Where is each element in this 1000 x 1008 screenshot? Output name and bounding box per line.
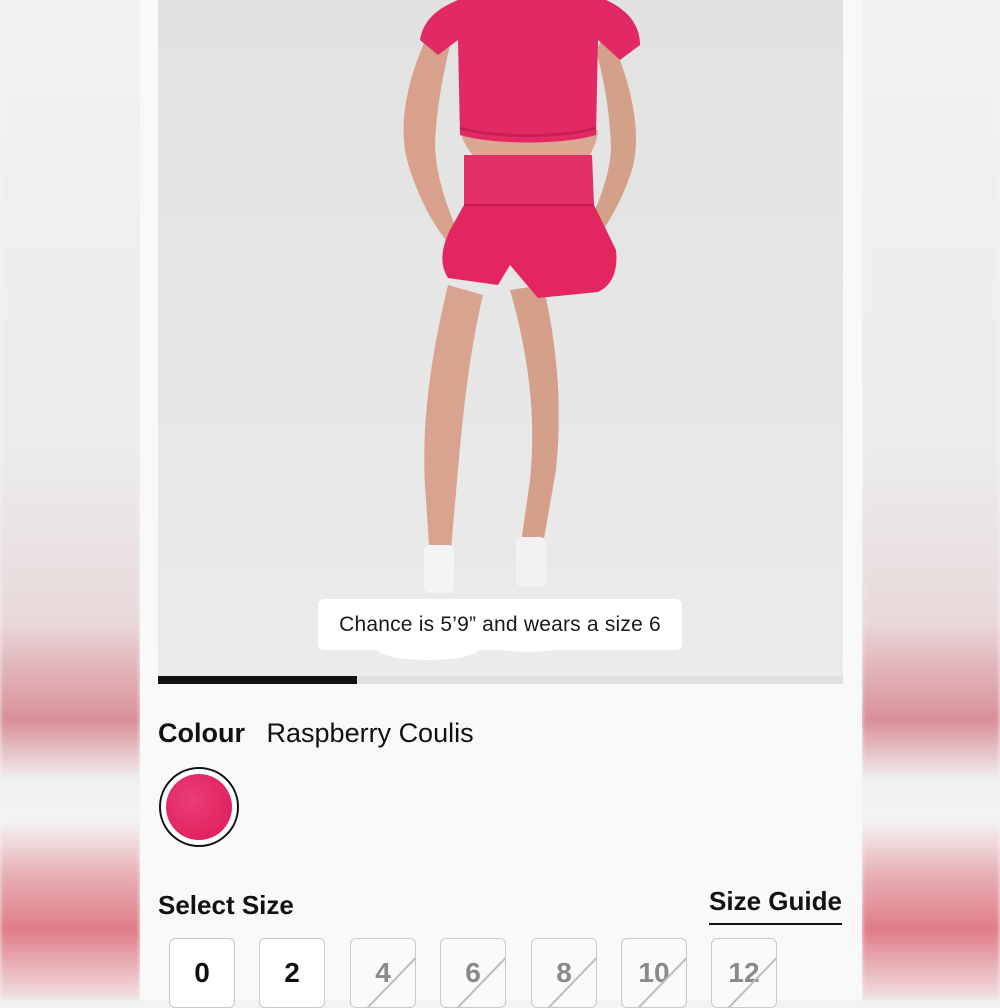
size-option-6[interactable]: 6: [440, 938, 506, 1008]
colour-swatch-raspberry: [166, 774, 232, 840]
product-image[interactable]: Chance is 5’9” and wears a size 6: [158, 0, 843, 676]
colour-label: Colour: [158, 718, 245, 748]
size-option-2[interactable]: 2: [259, 938, 325, 1008]
select-size-label: Select Size: [158, 890, 294, 920]
product-panel: Chance is 5’9” and wears a size 6 Colour…: [140, 0, 862, 1008]
size-option-10[interactable]: 10: [621, 938, 687, 1008]
size-option-12[interactable]: 12: [711, 938, 777, 1008]
model-illustration: [376, 0, 640, 660]
model-size-caption: Chance is 5’9” and wears a size 6: [318, 599, 682, 650]
blurred-backdrop-right: [862, 0, 1000, 1000]
blurred-backdrop-left: [0, 0, 140, 1000]
gallery-progress-fill: [158, 676, 357, 684]
gallery-progress-bar: [158, 676, 843, 684]
size-option-4[interactable]: 4: [350, 938, 416, 1008]
size-option-0[interactable]: 0: [169, 938, 235, 1008]
size-guide-link[interactable]: Size Guide: [709, 886, 842, 925]
colour-value: Raspberry Coulis: [266, 718, 474, 748]
colour-swatch-selected[interactable]: [159, 767, 239, 847]
colour-row: Colour Raspberry Coulis: [158, 718, 474, 749]
size-option-8[interactable]: 8: [531, 938, 597, 1008]
